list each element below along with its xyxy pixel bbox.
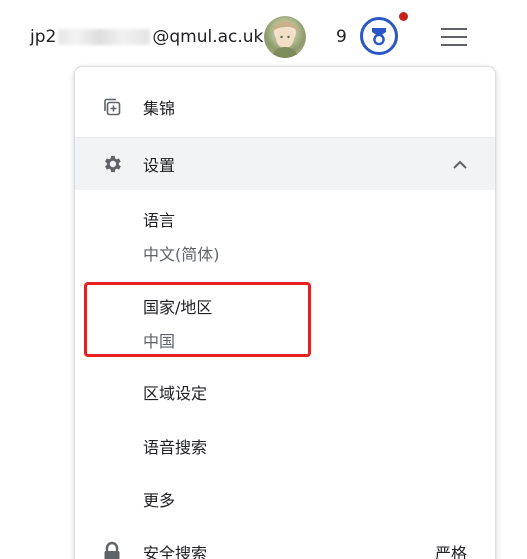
hamburger-menu-icon[interactable]	[436, 22, 472, 52]
menu-item-collections[interactable]: 集锦	[75, 85, 495, 129]
settings-label: 设置	[143, 156, 176, 175]
menu-item-settings[interactable]: 设置	[75, 137, 495, 190]
email-prefix: jp2	[30, 27, 57, 47]
safe-search-value: 严格	[435, 544, 468, 559]
language-value: 中文(简体)	[143, 245, 220, 264]
email-suffix: @qmul.ac.uk	[152, 27, 264, 47]
voice-search-item[interactable]: 语音搜索	[143, 434, 207, 458]
top-bar: jp2 @qmul.ac.uk 9	[0, 0, 527, 72]
achievement-count: 9	[336, 27, 347, 47]
notification-dot	[399, 12, 408, 21]
chevron-up-icon[interactable]	[451, 156, 469, 174]
email-redacted	[58, 29, 151, 45]
language-title[interactable]: 语言	[143, 207, 175, 231]
region-settings-item[interactable]: 区域设定	[143, 380, 207, 404]
collections-icon	[101, 96, 123, 118]
region-highlight-box	[84, 282, 311, 357]
account-email[interactable]: jp2 @qmul.ac.uk	[30, 27, 263, 47]
lock-icon	[101, 541, 123, 559]
more-item[interactable]: 更多	[143, 487, 175, 511]
gear-icon	[101, 153, 123, 175]
trophy-icon[interactable]	[360, 17, 398, 55]
collections-label: 集锦	[143, 99, 176, 118]
safe-search-label: 安全搜索	[143, 544, 208, 559]
menu-item-safe-search[interactable]: 安全搜索 严格	[75, 533, 495, 559]
avatar[interactable]	[264, 16, 306, 58]
